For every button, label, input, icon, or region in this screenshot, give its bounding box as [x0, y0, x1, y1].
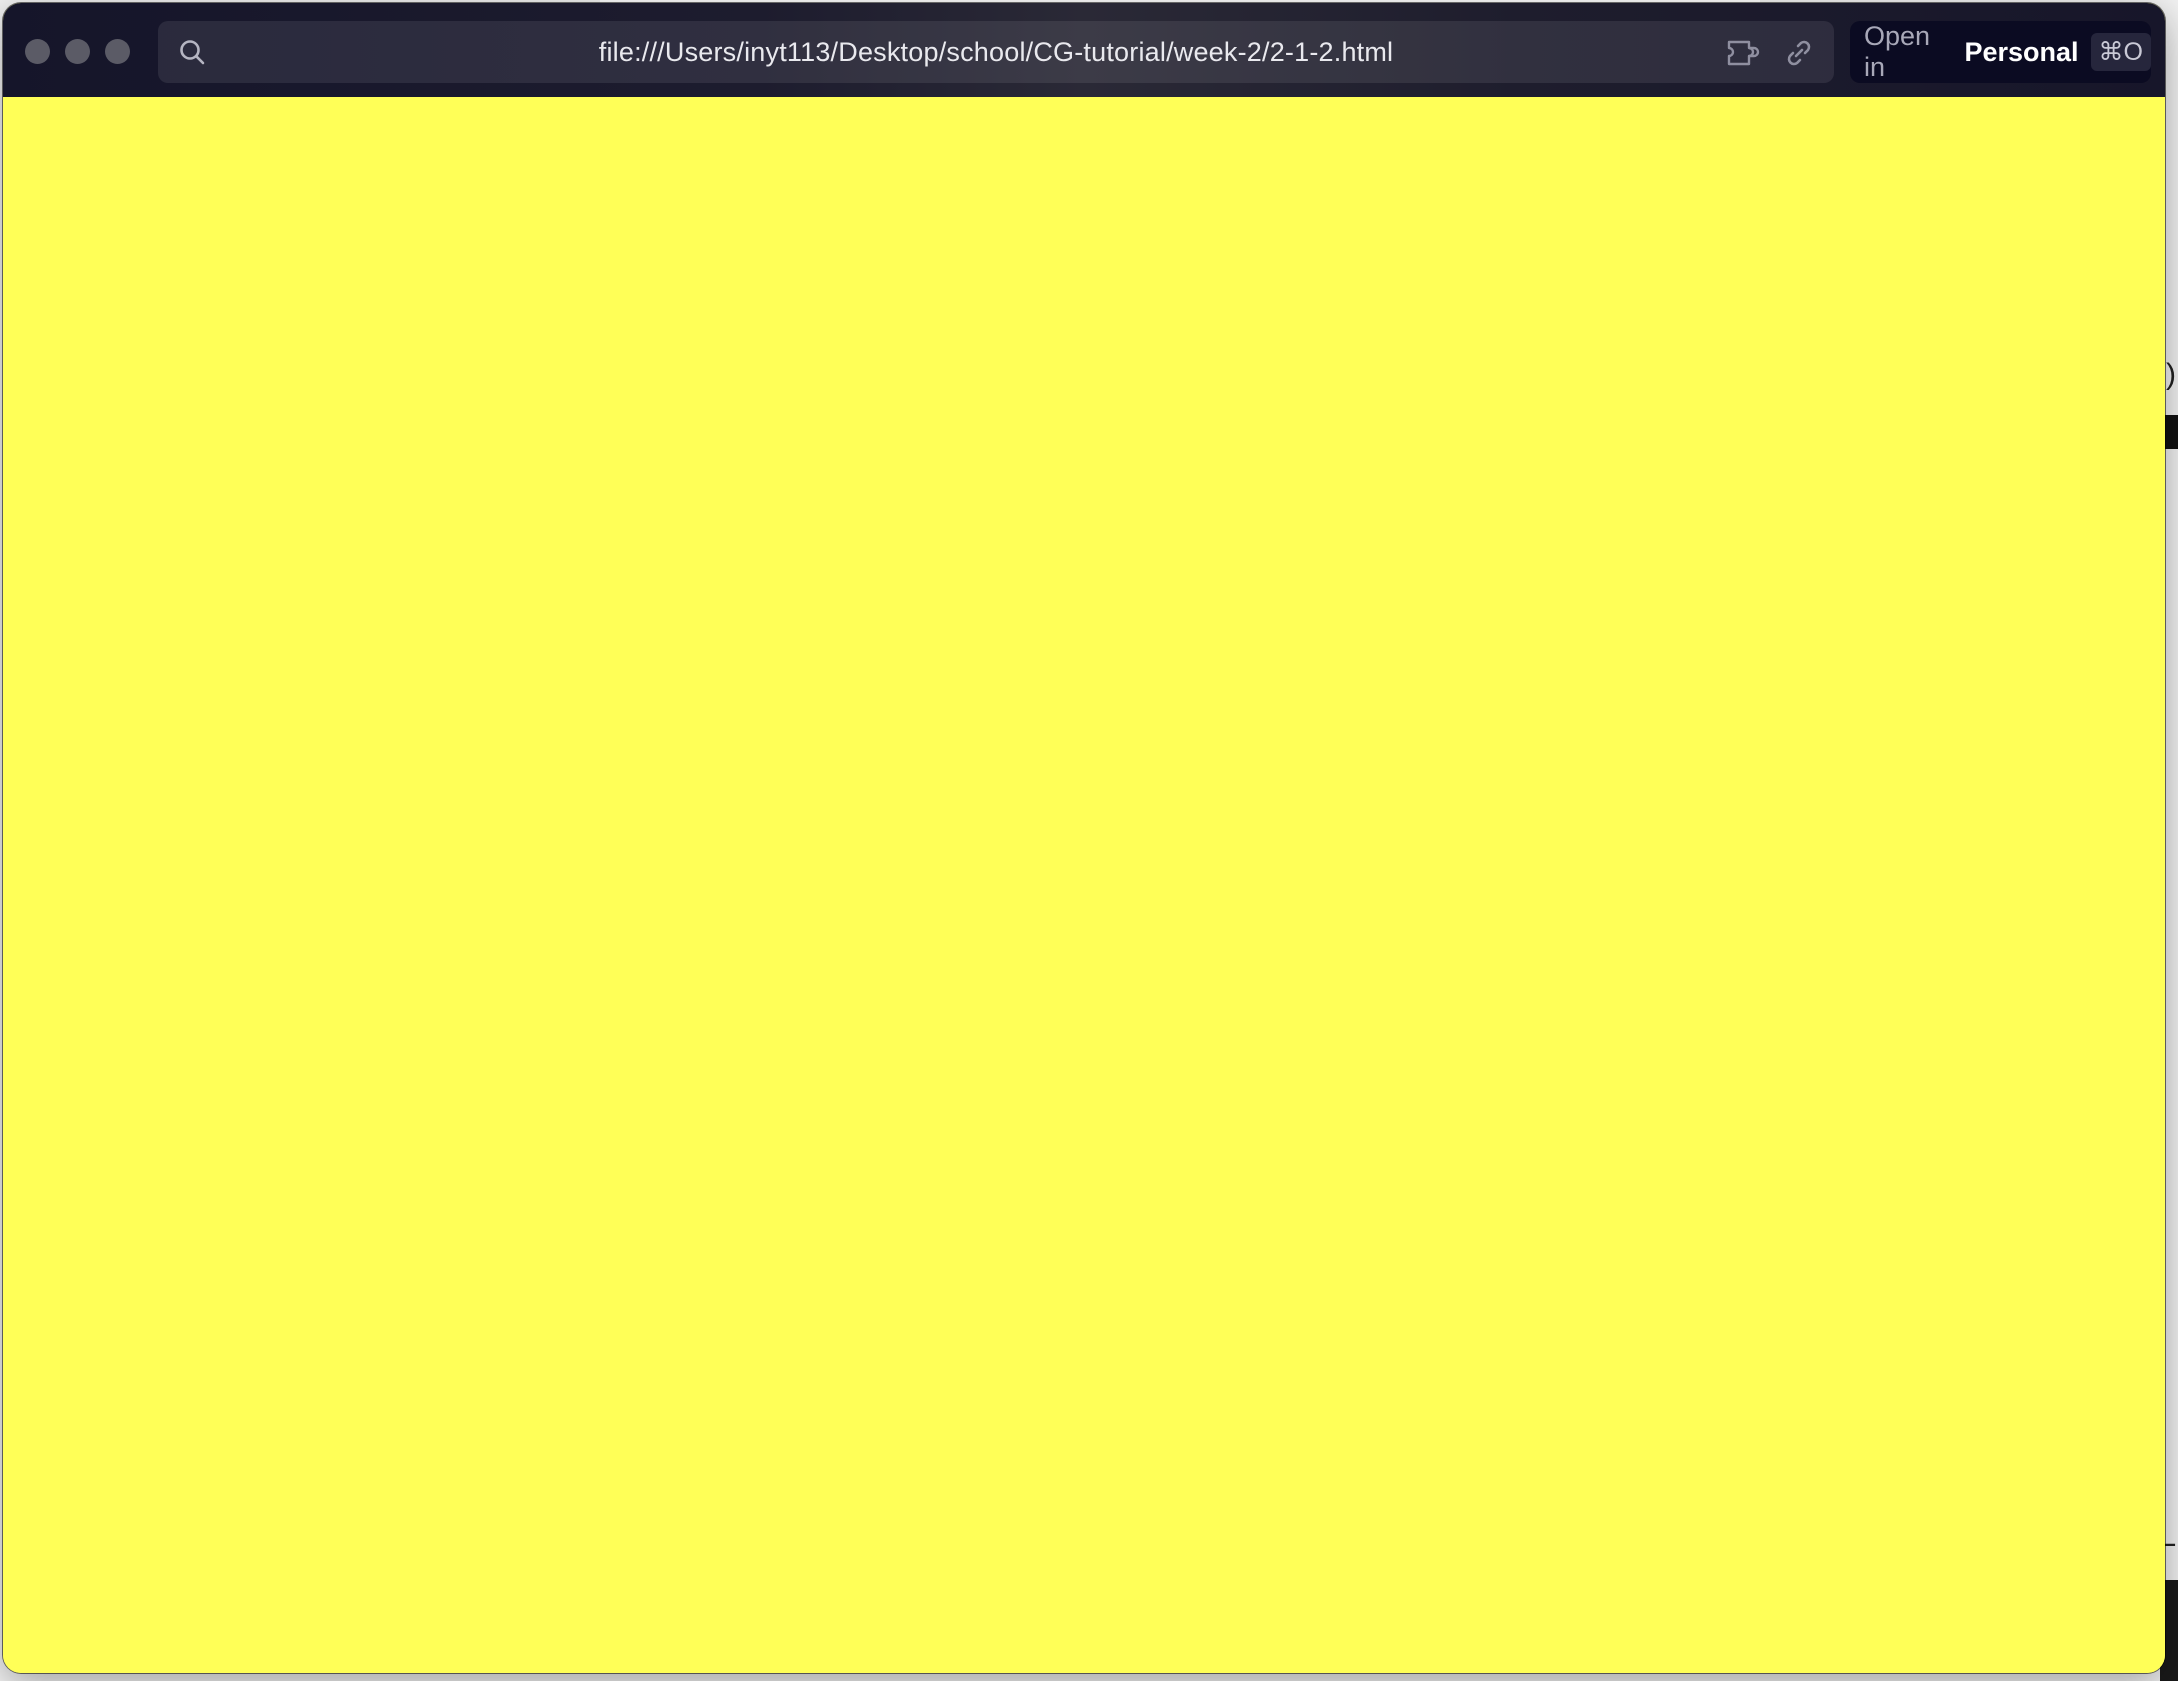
url-text[interactable]: file:///Users/inyt113/Desktop/school/CG-… [158, 21, 1834, 83]
desktop-edge-text: ) [2166, 358, 2176, 391]
page-canvas [3, 97, 2165, 1673]
link-icon[interactable] [1782, 36, 1816, 70]
zoom-window-button[interactable] [105, 39, 130, 64]
open-in-label: Open in [1864, 21, 1931, 82]
browser-window: file:///Users/inyt113/Desktop/school/CG-… [3, 3, 2165, 1673]
puzzle-icon[interactable] [1726, 36, 1764, 70]
open-in-profile-button[interactable]: Open in Personal ⌘O [1850, 21, 2151, 83]
keyboard-shortcut-badge: ⌘O [2090, 33, 2151, 71]
close-window-button[interactable] [25, 39, 50, 64]
minimize-window-button[interactable] [65, 39, 90, 64]
browser-toolbar: file:///Users/inyt113/Desktop/school/CG-… [3, 3, 2165, 97]
profile-name: Personal [1964, 36, 2079, 67]
address-bar[interactable]: file:///Users/inyt113/Desktop/school/CG-… [158, 21, 1834, 83]
